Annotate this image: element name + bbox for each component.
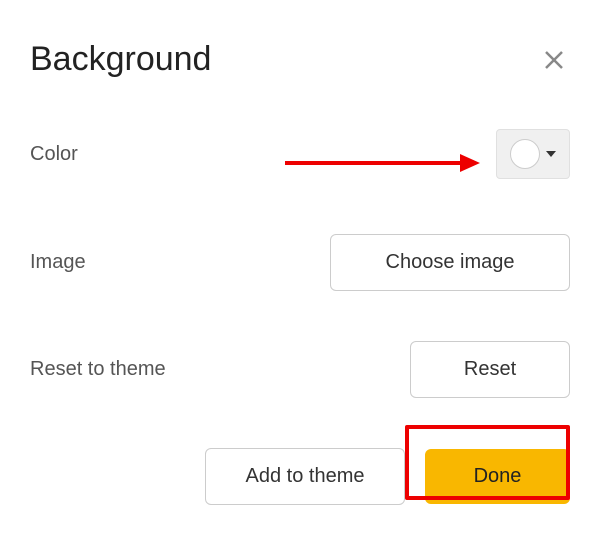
reset-label: Reset to theme (30, 358, 166, 381)
dialog-title: Background (30, 40, 211, 79)
done-button[interactable]: Done (425, 449, 570, 504)
choose-image-button[interactable]: Choose image (330, 234, 570, 291)
background-dialog: Background Color Image Choose image Rese… (0, 0, 600, 535)
color-picker-button[interactable] (496, 129, 570, 179)
color-row: Color (30, 129, 570, 179)
add-to-theme-button[interactable]: Add to theme (205, 448, 405, 505)
reset-row: Reset to theme Reset (30, 341, 570, 398)
reset-button[interactable]: Reset (410, 341, 570, 398)
color-label: Color (30, 143, 78, 166)
image-label: Image (30, 251, 86, 274)
close-button[interactable] (538, 44, 570, 76)
chevron-down-icon (546, 151, 556, 157)
dialog-header: Background (30, 40, 570, 79)
color-swatch (510, 139, 540, 169)
image-row: Image Choose image (30, 234, 570, 291)
close-icon (543, 49, 565, 71)
dialog-footer: Add to theme Done (30, 448, 570, 505)
